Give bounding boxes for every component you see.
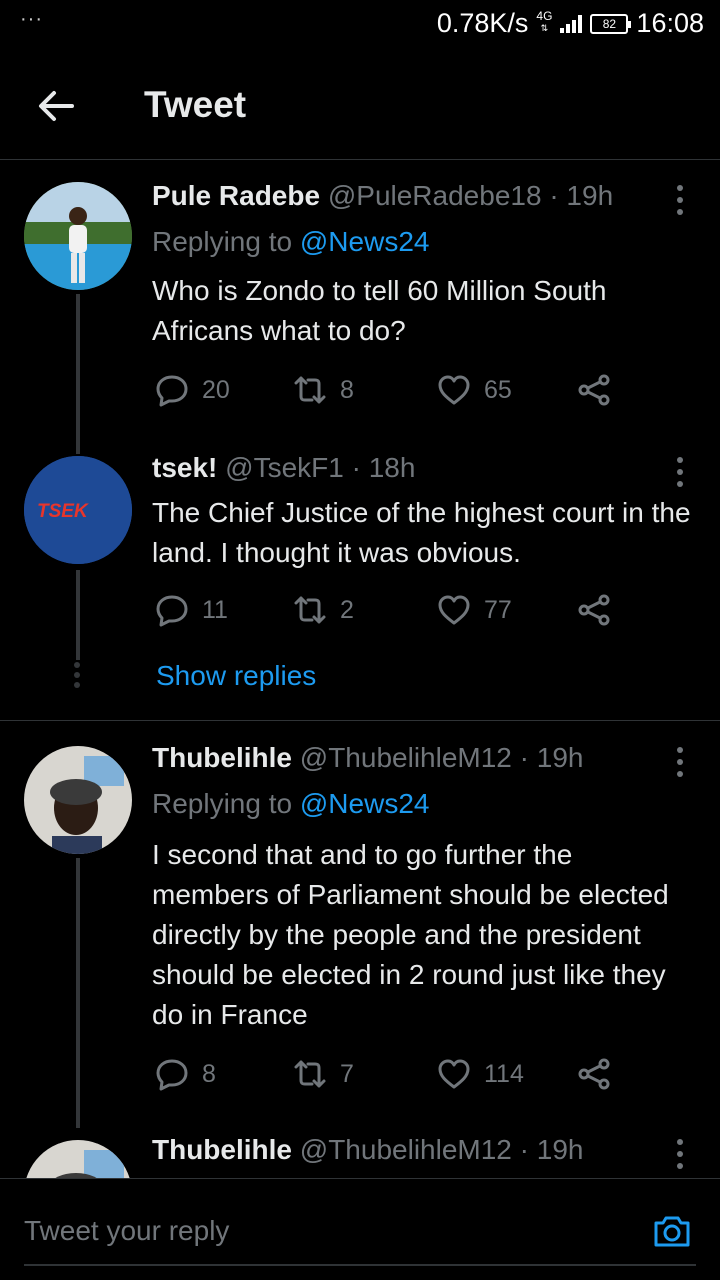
retweet-count: 2 <box>340 595 354 624</box>
tweet-header: Pule Radebe @PuleRadebe18 · 19h <box>152 180 613 212</box>
thread-line <box>76 570 80 660</box>
reply-button[interactable]: 20 <box>154 372 230 408</box>
net-speed: 0.78K/s <box>436 8 529 38</box>
battery-level: 82 <box>602 16 617 31</box>
share-icon <box>578 594 610 626</box>
avatar-photo <box>24 182 132 290</box>
reply-icon <box>156 1059 188 1091</box>
like-button[interactable]: 77 <box>436 592 512 628</box>
status-indicators: 0.78K/s 4G ⇅ 82 16:08 <box>437 8 704 39</box>
share-button[interactable] <box>576 1056 612 1092</box>
retweet-icon <box>294 376 326 404</box>
share-button[interactable] <box>576 372 612 408</box>
tweet-header: tsek! @TsekF1 · 18h <box>152 452 415 484</box>
avatar[interactable] <box>24 1140 132 1178</box>
reply-button[interactable]: 8 <box>154 1056 216 1092</box>
like-count: 77 <box>484 595 512 624</box>
retweet-count: 7 <box>340 1059 354 1088</box>
tweet-actions: 8 7 114 <box>152 1056 622 1096</box>
retweet-button[interactable]: 7 <box>292 1056 354 1092</box>
author-name[interactable]: Thubelihle <box>152 1134 292 1165</box>
retweet-icon <box>294 1060 326 1088</box>
author-name[interactable]: Pule Radebe <box>152 180 320 211</box>
home-indicator <box>24 1264 696 1266</box>
avatar[interactable]: TSEK <box>24 456 132 564</box>
like-count: 65 <box>484 375 512 404</box>
thread-dots <box>74 662 82 688</box>
camera-button[interactable] <box>650 1209 694 1253</box>
replying-to: Replying to @News24 <box>152 788 430 819</box>
retweet-icon <box>294 596 326 624</box>
header: Tweet <box>0 50 720 160</box>
heart-icon <box>438 595 470 625</box>
page-title: Tweet <box>144 84 247 125</box>
reply-input[interactable] <box>24 1209 624 1253</box>
clock: 16:08 <box>636 8 704 38</box>
battery-icon: 82 <box>590 13 632 34</box>
tweet-text: Who is Zondo to tell 60 Million South Af… <box>152 275 607 346</box>
reply-icon <box>156 375 188 407</box>
avatar-logo-text: TSEK <box>37 501 89 522</box>
replying-to: Replying to @News24 <box>152 226 430 257</box>
author-handle: @TsekF1 · 18h <box>225 452 416 483</box>
reply-count: 11 <box>202 595 228 624</box>
reply-bar <box>0 1178 720 1280</box>
heart-icon <box>438 1059 470 1089</box>
signal-icon <box>560 14 583 33</box>
status-bar: ··· 0.78K/s 4G ⇅ 82 16:08 <box>0 0 720 50</box>
like-button[interactable]: 114 <box>436 1056 524 1092</box>
tweet[interactable]: TSEK tsek! @TsekF1 · 18h The Chief Justi… <box>0 440 720 720</box>
avatar-photo <box>24 1140 132 1178</box>
camera-icon <box>654 1216 690 1247</box>
share-button[interactable] <box>576 592 612 628</box>
like-count: 114 <box>484 1059 524 1088</box>
thread-line <box>76 858 80 1128</box>
tweet[interactable]: Thubelihle @ThubelihleM12 · 19h <box>0 1122 720 1178</box>
tweet[interactable]: Thubelihle @ThubelihleM12 · 19h Replying… <box>0 722 720 1128</box>
tweet-actions: 20 8 65 <box>152 372 622 412</box>
more-options-button[interactable] <box>670 1136 690 1172</box>
show-replies-link[interactable]: Show replies <box>156 660 316 692</box>
back-arrow-icon <box>39 91 74 121</box>
notification-dots: ··· <box>20 8 43 30</box>
more-options-button[interactable] <box>670 744 690 780</box>
author-handle: @ThubelihleM12 · 19h <box>299 742 584 773</box>
retweet-button[interactable]: 8 <box>292 372 354 408</box>
retweet-count: 8 <box>340 375 354 404</box>
heart-icon <box>438 375 470 405</box>
avatar-photo <box>24 746 132 854</box>
divider <box>0 720 720 721</box>
reply-count: 20 <box>202 375 230 404</box>
network-type: 4G ⇅ <box>536 8 553 33</box>
data-arrows-icon: ⇅ <box>540 22 549 33</box>
mention-link[interactable]: @News24 <box>300 226 430 257</box>
author-handle: @ThubelihleM12 · 19h <box>299 1134 584 1165</box>
tweet-actions: 11 2 77 <box>152 592 622 632</box>
reply-icon <box>156 595 188 627</box>
thread-line <box>76 294 80 454</box>
more-options-button[interactable] <box>670 182 690 218</box>
tweet-header: Thubelihle @ThubelihleM12 · 19h <box>152 742 583 774</box>
tweet-text: The Chief Justice of the highest court i… <box>152 497 691 568</box>
share-icon <box>578 374 610 406</box>
reply-button[interactable]: 11 <box>154 592 228 628</box>
like-button[interactable]: 65 <box>436 372 512 408</box>
reply-count: 8 <box>202 1059 216 1088</box>
author-name[interactable]: Thubelihle <box>152 742 292 773</box>
mention-link[interactable]: @News24 <box>300 788 430 819</box>
tweet[interactable]: Pule Radebe @PuleRadebe18 · 19h Replying… <box>0 160 720 460</box>
more-options-button[interactable] <box>670 454 690 490</box>
tweet-header: Thubelihle @ThubelihleM12 · 19h <box>152 1134 583 1166</box>
tweet-text: I second that and to go further the memb… <box>152 839 669 1030</box>
author-handle: @PuleRadebe18 · 19h <box>327 180 614 211</box>
retweet-button[interactable]: 2 <box>292 592 354 628</box>
avatar[interactable] <box>24 182 132 290</box>
avatar[interactable] <box>24 746 132 854</box>
share-icon <box>578 1058 610 1090</box>
author-name[interactable]: tsek! <box>152 452 217 483</box>
tsek-logo-icon: TSEK <box>24 456 132 564</box>
back-button[interactable] <box>32 82 80 130</box>
